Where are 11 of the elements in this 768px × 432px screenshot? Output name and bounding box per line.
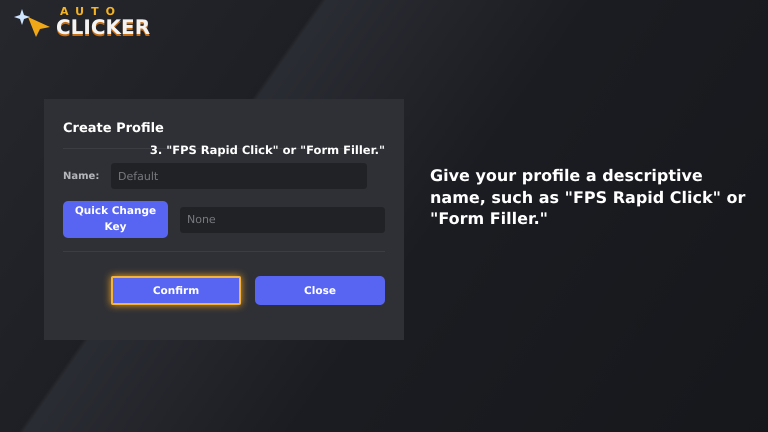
close-button[interactable]: Close bbox=[255, 276, 385, 305]
field-label: Name: bbox=[63, 170, 99, 182]
confirm-button[interactable]: Confirm bbox=[111, 276, 241, 305]
logo-text: AUTO bbox=[59, 6, 123, 17]
step-caption: 3. "FPS Rapid Click" or "Form Filler." bbox=[150, 143, 385, 157]
name-field[interactable]: Default bbox=[111, 163, 367, 189]
dialog-title: Create Profile bbox=[63, 121, 165, 136]
quick-change-key-button[interactable]: Quick Change Key bbox=[63, 201, 168, 238]
logo-text: CLICKER bbox=[56, 17, 150, 37]
key-field[interactable]: None bbox=[180, 206, 385, 232]
instruction-text: Give your profile a descriptive name, such as "FPS Rapid Click" or "Form Filler." bbox=[430, 165, 746, 230]
